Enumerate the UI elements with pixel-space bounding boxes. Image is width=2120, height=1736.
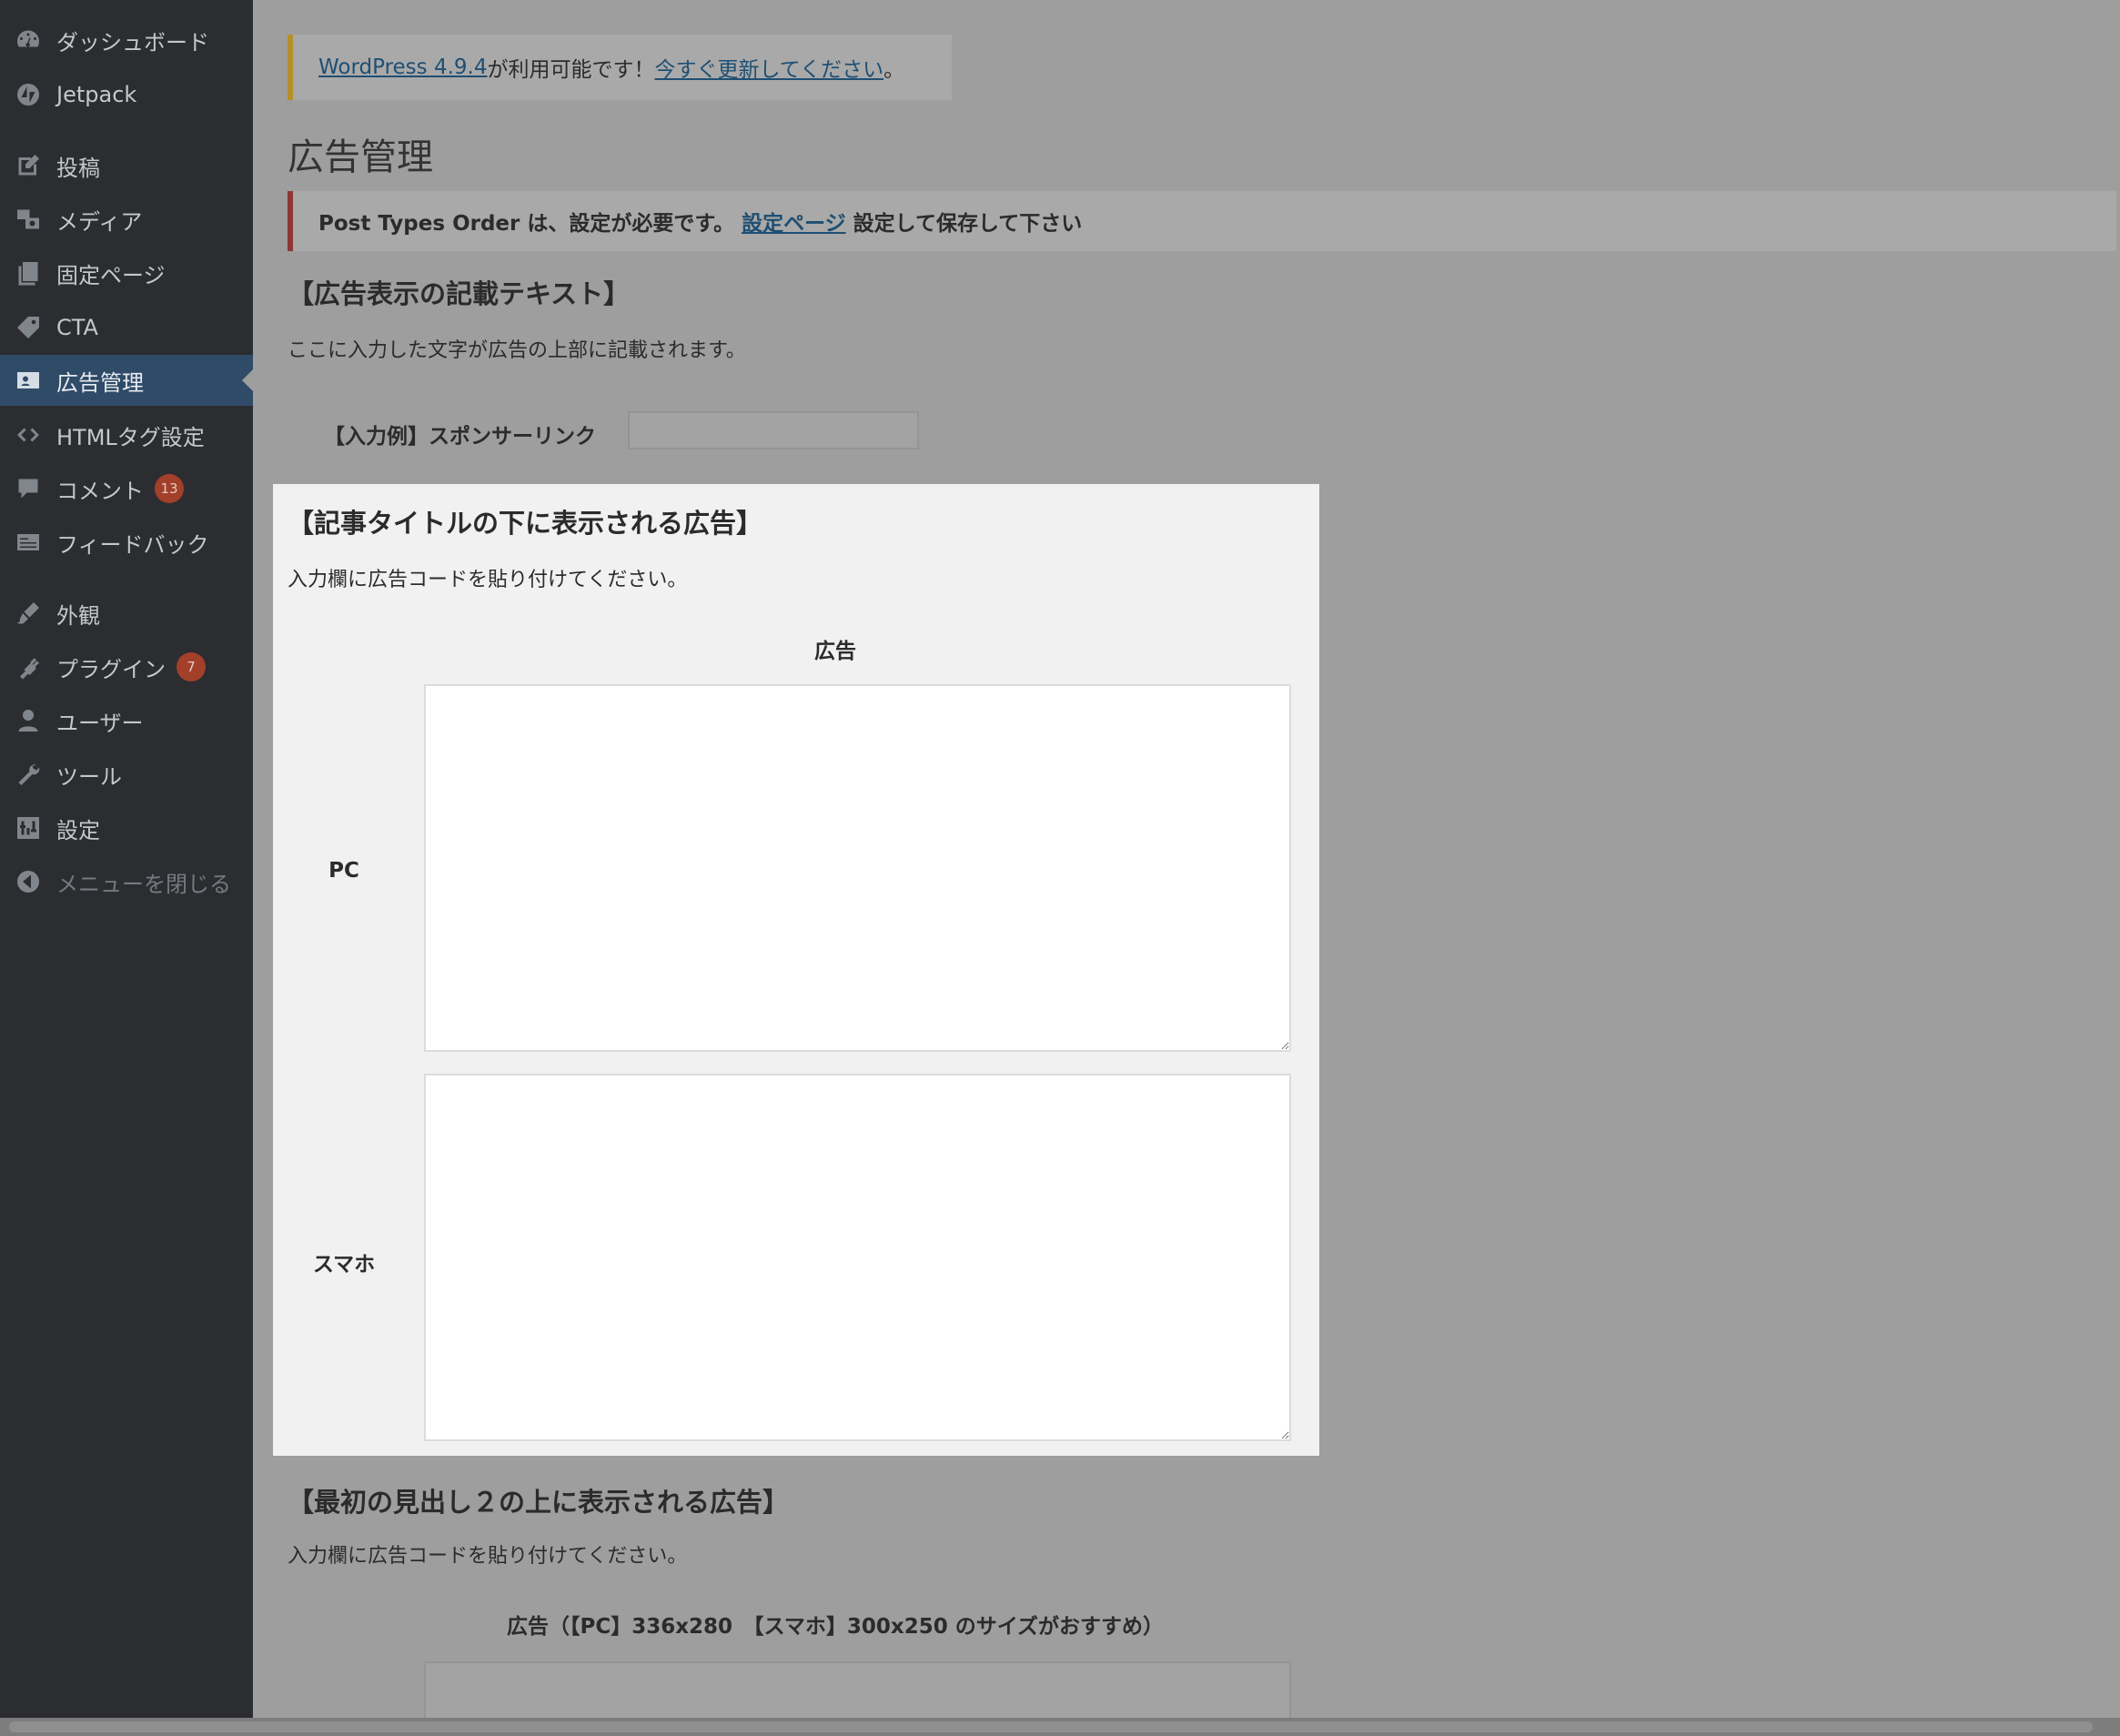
ad-label-field-label: 【入力例】スポンサーリンク	[324, 425, 596, 449]
sidebar-item-label: 固定ページ	[56, 262, 166, 288]
sidebar-item-label: 設定	[56, 817, 100, 843]
wordpress-version-link[interactable]: WordPress 4.9.4	[318, 56, 487, 79]
sidebar-item-label: フィードバック	[56, 531, 209, 558]
above-h2-section-title: 【最初の見出し２の上に表示される広告】	[288, 1487, 790, 1518]
sidebar-item-label: Jetpack	[56, 82, 137, 107]
pages-icon	[13, 257, 44, 288]
pc-row-label: PC	[328, 859, 359, 883]
comments-icon	[13, 473, 44, 504]
sidebar-item-settings[interactable]: 設定	[0, 802, 253, 853]
above-h2-section-desc: 入力欄に広告コードを貼り付けてください。	[288, 1545, 688, 1568]
comments-count-badge: 13	[155, 474, 184, 503]
post-types-order-notice: Post Types Order は、設定が必要です。 設定ページ 設定して保存…	[288, 191, 2116, 251]
plugins-icon	[13, 651, 44, 682]
update-notice: WordPress 4.9.4 が利用可能です！ 今すぐ更新してください 。	[288, 35, 952, 100]
below-title-ad-panel: 【記事タイトルの下に表示される広告】 入力欄に広告コードを貼り付けてください。 …	[273, 484, 1319, 1456]
pc-ad-code-textarea[interactable]	[424, 684, 1291, 1052]
ad-column-header: 広告	[814, 640, 856, 663]
jetpack-icon	[13, 79, 44, 110]
sidebar-item-label: HTMLタグ設定	[56, 424, 205, 450]
admin-sidebar: ダッシュボード Jetpack 投稿 メディア 固定ページ CTA 広告管理 H…	[0, 0, 253, 1736]
update-notice-text: が利用可能です！	[487, 58, 655, 82]
pto-notice-text: Post Types Order は、設定が必要です。	[318, 212, 742, 236]
sidebar-item-pages[interactable]: 固定ページ	[0, 247, 253, 298]
tools-icon	[13, 759, 44, 790]
sidebar-item-users[interactable]: ユーザー	[0, 695, 253, 746]
sidebar-item-label: ダッシュボード	[56, 29, 209, 56]
code-icon	[13, 419, 44, 450]
ad-label-text-input[interactable]	[628, 411, 919, 449]
settings-icon	[13, 812, 44, 843]
sidebar-item-feedback[interactable]: フィードバック	[0, 517, 253, 568]
sidebar-item-label: ツール	[56, 763, 122, 790]
horizontal-scrollbar[interactable]	[0, 1718, 2120, 1736]
sidebar-item-label: メニューを閉じる	[56, 871, 231, 897]
sidebar-item-media[interactable]: メディア	[0, 194, 253, 245]
sidebar-item-label: CTA	[56, 315, 98, 340]
sidebar-item-label: メディア	[56, 208, 143, 235]
page-title: 広告管理	[288, 136, 433, 178]
sidebar-item-label: プラグイン	[56, 656, 166, 682]
sidebar-item-label: 外観	[56, 602, 100, 629]
sidebar-item-label: コメント	[56, 478, 144, 504]
ad-label-section-desc: ここに入力した文字が広告の上部に記載されます。	[288, 339, 746, 362]
sidebar-item-posts[interactable]: 投稿	[0, 140, 253, 191]
sidebar-item-jetpack[interactable]: Jetpack	[0, 69, 253, 120]
media-icon	[13, 204, 44, 235]
feedback-icon	[13, 527, 44, 558]
sidebar-item-dashboard[interactable]: ダッシュボード	[0, 15, 253, 66]
cta-icon	[13, 312, 44, 343]
ads-icon	[13, 365, 44, 396]
smartphone-ad-code-textarea[interactable]	[424, 1074, 1291, 1441]
users-icon	[13, 705, 44, 736]
collapse-icon	[13, 866, 44, 897]
sidebar-item-label: 広告管理	[56, 369, 144, 396]
below-title-section-desc: 入力欄に広告コードを貼り付けてください。	[288, 569, 688, 591]
settings-page-link[interactable]: 設定ページ	[742, 206, 846, 237]
dashboard-icon	[13, 25, 44, 56]
plugins-update-badge: 7	[177, 652, 206, 681]
main-content: WordPress 4.9.4 が利用可能です！ 今すぐ更新してください 。 広…	[253, 0, 2120, 1736]
update-now-link[interactable]: 今すぐ更新してください	[654, 52, 883, 83]
pto-notice-tail: 設定して保存して下さい	[845, 212, 1083, 236]
appearance-icon	[13, 598, 44, 629]
sidebar-item-label: ユーザー	[56, 710, 144, 736]
update-notice-tail: 。	[883, 58, 905, 82]
ad-label-section-title: 【広告表示の記載テキスト】	[288, 278, 631, 309]
sidebar-item-tools[interactable]: ツール	[0, 749, 253, 800]
below-title-section-title: 【記事タイトルの下に表示される広告】	[288, 508, 763, 539]
sidebar-item-ads[interactable]: 広告管理	[0, 355, 253, 406]
collapse-menu-button[interactable]: メニューを閉じる	[0, 856, 253, 907]
sidebar-item-appearance[interactable]: 外観	[0, 588, 253, 639]
sidebar-item-cta[interactable]: CTA	[0, 302, 253, 353]
sidebar-item-plugins[interactable]: プラグイン 7	[0, 641, 253, 692]
sidebar-item-comments[interactable]: コメント 13	[0, 463, 253, 514]
sidebar-item-label: 投稿	[56, 155, 100, 181]
posts-icon	[13, 150, 44, 181]
smartphone-row-label: スマホ	[312, 1253, 376, 1277]
sidebar-item-html-tags[interactable]: HTMLタグ設定	[0, 409, 253, 460]
above-h2-column-header: 広告（【PC】336x280 【スマホ】300x250 のサイズがおすすめ）	[506, 1615, 1165, 1639]
scrollbar-thumb[interactable]	[9, 1721, 2093, 1732]
